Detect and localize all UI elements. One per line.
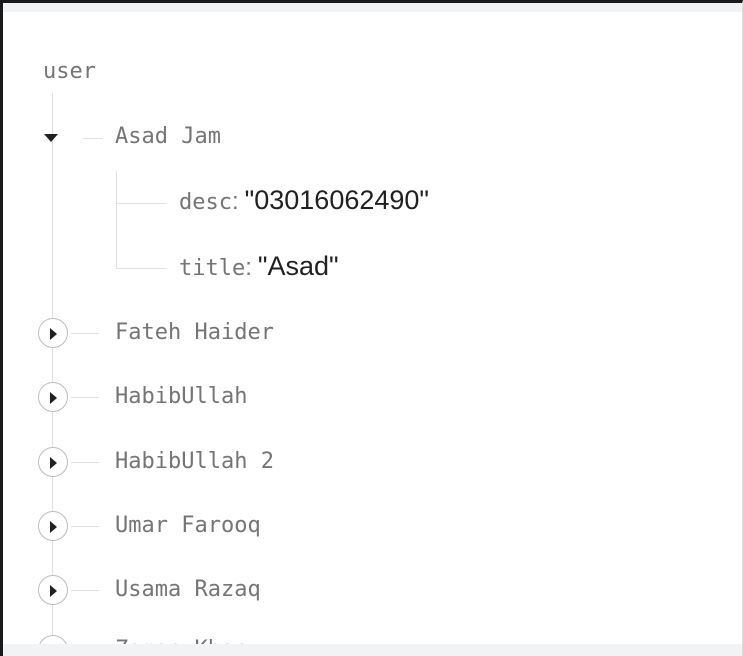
data-tree: user Asad Jam desc: "03016062490" title: "… <box>3 3 742 656</box>
field-key: title <box>179 256 246 281</box>
expand-circle-icon[interactable] <box>38 511 68 541</box>
branch-connector <box>71 333 99 334</box>
expand-circle-icon[interactable] <box>38 318 68 348</box>
node-label[interactable]: HabibUllah 2 <box>115 449 274 474</box>
field-colon: : <box>245 254 252 281</box>
bottom-strip <box>3 644 742 656</box>
field-value[interactable]: "Asad" <box>258 251 339 281</box>
tree-node: Fateh Haider <box>3 314 703 354</box>
field-value[interactable]: "03016062490" <box>245 185 429 215</box>
expand-circle-icon[interactable] <box>38 382 68 412</box>
branch-connector <box>83 138 103 139</box>
caret-down-icon[interactable] <box>44 134 58 142</box>
node-label[interactable]: Umar Farooq <box>115 513 261 538</box>
branch-connector <box>71 590 99 591</box>
tree-node: Usama Razaq <box>3 571 703 611</box>
tree-node: HabibUllah <box>3 378 703 418</box>
node-label[interactable]: Fateh Haider <box>115 320 274 345</box>
field-connector <box>116 203 166 204</box>
field-title[interactable]: title: "Asad" <box>179 251 339 282</box>
field-key: desc <box>179 190 232 215</box>
database-viewer-panel: user Asad Jam desc: "03016062490" title: "… <box>0 0 743 656</box>
branch-connector <box>71 526 99 527</box>
root-node-label[interactable]: user <box>43 59 96 84</box>
node-label-asad-jam[interactable]: Asad Jam <box>115 124 221 149</box>
expand-circle-icon[interactable] <box>38 447 68 477</box>
child-tree-line <box>116 171 117 269</box>
field-connector <box>116 268 166 269</box>
tree-node: HabibUllah 2 <box>3 443 703 483</box>
expand-circle-icon[interactable] <box>38 575 68 605</box>
node-label[interactable]: HabibUllah <box>115 384 247 409</box>
branch-connector <box>71 397 99 398</box>
branch-connector <box>71 462 99 463</box>
tree-node: Umar Farooq <box>3 507 703 547</box>
field-desc[interactable]: desc: "03016062490" <box>179 185 429 216</box>
field-colon: : <box>231 188 239 215</box>
node-label[interactable]: Usama Razaq <box>115 577 261 602</box>
